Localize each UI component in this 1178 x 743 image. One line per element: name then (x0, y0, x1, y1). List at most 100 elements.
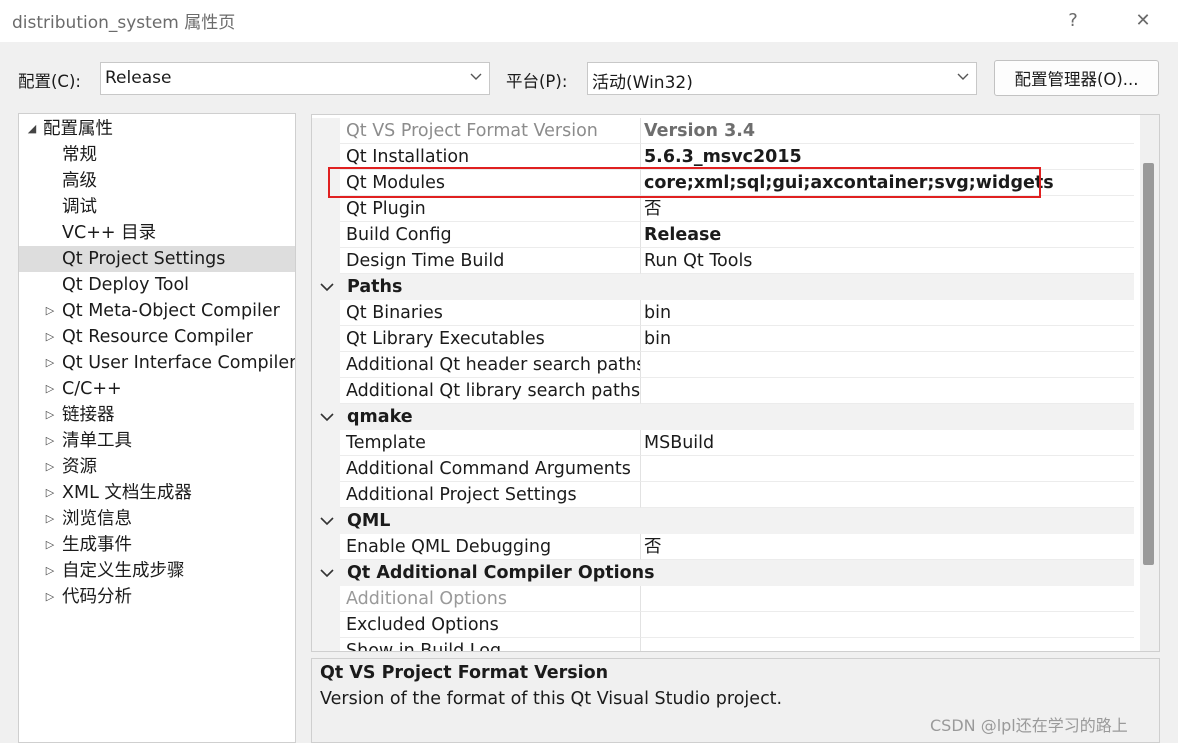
property-row[interactable]: Qt Library Executables bin (312, 326, 1134, 352)
property-value[interactable] (640, 378, 1134, 404)
expand-arrow-icon[interactable]: ▷ (43, 350, 57, 376)
property-value[interactable]: bin (640, 300, 1134, 326)
platform-select-value: 活动(Win32) (592, 73, 693, 93)
expand-arrow-icon[interactable]: ▷ (43, 506, 57, 532)
tree-item[interactable]: 高级 (19, 168, 295, 194)
property-row[interactable]: Additional Project Settings (312, 482, 1134, 508)
property-value[interactable]: 否 (640, 196, 1134, 222)
tree-item[interactable]: ▷ XML 文档生成器 (19, 480, 295, 506)
tree-item[interactable]: ▷ 自定义生成步骤 (19, 558, 295, 584)
property-value[interactable] (640, 586, 1134, 612)
expand-arrow-icon[interactable]: ▷ (43, 324, 57, 350)
property-name: Enable QML Debugging (340, 534, 640, 560)
tree-item[interactable]: 常规 (19, 142, 295, 168)
config-select[interactable]: Release (100, 62, 490, 95)
property-value[interactable]: core;xml;sql;gui;axcontainer;svg;widgets (640, 170, 1134, 196)
expand-arrow-icon[interactable]: ▷ (43, 298, 57, 324)
platform-select[interactable]: 活动(Win32) (587, 62, 977, 95)
row-gutter (312, 118, 340, 144)
property-value[interactable] (640, 456, 1134, 482)
category-row[interactable]: QML (312, 508, 1134, 534)
property-row[interactable]: Excluded Options (312, 612, 1134, 638)
property-row[interactable]: Additional Command Arguments (312, 456, 1134, 482)
tree-item[interactable]: ▷ Qt Resource Compiler (19, 324, 295, 350)
tree-item[interactable]: ▷ 链接器 (19, 402, 295, 428)
tree-item[interactable]: 调试 (19, 194, 295, 220)
tree-item[interactable]: ▷ 资源 (19, 454, 295, 480)
tree-item-label: 自定义生成步骤 (62, 561, 185, 581)
property-value[interactable]: 否 (640, 534, 1134, 560)
close-button[interactable]: ✕ (1123, 4, 1163, 36)
tree-item[interactable]: ▷ C/C++ (19, 376, 295, 402)
expand-arrow-icon[interactable]: ▷ (43, 532, 57, 558)
configuration-manager-button[interactable]: 配置管理器(O)... (994, 60, 1159, 96)
property-row[interactable]: Qt Plugin 否 (312, 196, 1134, 222)
tree-item-label: Qt Deploy Tool (62, 275, 190, 295)
tree-item[interactable]: ▷ 清单工具 (19, 428, 295, 454)
category-row[interactable]: Paths (312, 274, 1134, 300)
tree-item[interactable]: Qt Project Settings (19, 246, 295, 272)
expand-arrow-icon[interactable]: ▷ (43, 402, 57, 428)
property-row[interactable]: Additional Qt header search paths (312, 352, 1134, 378)
property-row[interactable]: Qt Installation 5.6.3_msvc2015 (312, 144, 1134, 170)
property-row[interactable]: Additional Qt library search paths (312, 378, 1134, 404)
property-row[interactable]: Show in Build Log (312, 638, 1134, 651)
property-value[interactable]: bin (640, 326, 1134, 352)
property-value[interactable]: Release (640, 222, 1134, 248)
property-value[interactable] (640, 352, 1134, 378)
property-row[interactable]: Qt VS Project Format Version Version 3.4 (312, 118, 1134, 144)
category-row[interactable]: qmake (312, 404, 1134, 430)
expand-arrow-icon[interactable]: ▷ (43, 454, 57, 480)
property-value[interactable] (640, 612, 1134, 638)
category-label: qmake (347, 407, 413, 427)
expand-arrow-icon[interactable]: ▷ (43, 376, 57, 402)
tree-item[interactable]: ▷ 浏览信息 (19, 506, 295, 532)
collapse-chevron-icon[interactable] (320, 281, 334, 293)
configuration-bar: 配置(C): Release 平台(P): 活动(Win32) 配置管理器(O)… (0, 60, 1178, 96)
chevron-down-icon (470, 73, 482, 80)
tree-item[interactable]: ▷ 生成事件 (19, 532, 295, 558)
property-name: Qt VS Project Format Version (340, 118, 640, 144)
tree-item[interactable]: Qt Deploy Tool (19, 272, 295, 298)
collapse-chevron-icon[interactable] (320, 567, 334, 579)
tree-item[interactable]: ▷ Qt User Interface Compiler (19, 350, 295, 376)
expand-arrow-icon[interactable]: ▷ (43, 428, 57, 454)
property-value[interactable]: Version 3.4 (640, 118, 1134, 144)
property-row[interactable]: Qt Binaries bin (312, 300, 1134, 326)
property-row[interactable]: Build Config Release (312, 222, 1134, 248)
tree-item[interactable]: ▷ 代码分析 (19, 584, 295, 610)
property-value[interactable]: MSBuild (640, 430, 1134, 456)
property-grid: Qt VS Project Format Version Version 3.4 Q… (311, 114, 1160, 652)
expanded-arrow-icon: ◢ (27, 122, 37, 135)
expand-arrow-icon[interactable]: ▷ (43, 584, 57, 610)
property-value[interactable] (640, 638, 1134, 651)
collapse-chevron-icon[interactable] (320, 411, 334, 423)
property-name: Template (340, 430, 640, 456)
category-row[interactable]: Qt Additional Compiler Options (312, 560, 1134, 586)
property-value[interactable]: 5.6.3_msvc2015 (640, 144, 1134, 170)
expand-arrow-icon[interactable]: ▷ (43, 558, 57, 584)
tree-item-label: C/C++ (62, 379, 122, 399)
property-name: Excluded Options (340, 612, 640, 638)
property-row[interactable]: Qt Modules core;xml;sql;gui;axcontainer;s… (312, 170, 1134, 196)
tree-root-config-properties[interactable]: ◢ 配置属性 (19, 116, 295, 142)
tree-item[interactable]: ▷ Qt Meta-Object Compiler (19, 298, 295, 324)
tree-item-label: 高级 (62, 171, 97, 191)
platform-label: 平台(P): (506, 72, 568, 91)
tree-item[interactable]: VC++ 目录 (19, 220, 295, 246)
property-row[interactable]: Additional Options (312, 586, 1134, 612)
vertical-scrollbar[interactable] (1140, 115, 1159, 651)
property-value[interactable]: Run Qt Tools (640, 248, 1134, 274)
help-button[interactable]: ? (1053, 4, 1093, 36)
property-value[interactable] (640, 482, 1134, 508)
category-label: Qt Additional Compiler Options (347, 563, 655, 583)
property-row[interactable]: Template MSBuild (312, 430, 1134, 456)
help-icon: ? (1068, 9, 1078, 31)
property-row[interactable]: Design Time Build Run Qt Tools (312, 248, 1134, 274)
row-gutter (312, 482, 340, 508)
expand-arrow-icon[interactable]: ▷ (43, 480, 57, 506)
collapse-chevron-icon[interactable] (320, 515, 334, 527)
property-row[interactable]: Enable QML Debugging 否 (312, 534, 1134, 560)
scrollbar-thumb[interactable] (1143, 163, 1154, 565)
row-gutter (312, 196, 340, 222)
